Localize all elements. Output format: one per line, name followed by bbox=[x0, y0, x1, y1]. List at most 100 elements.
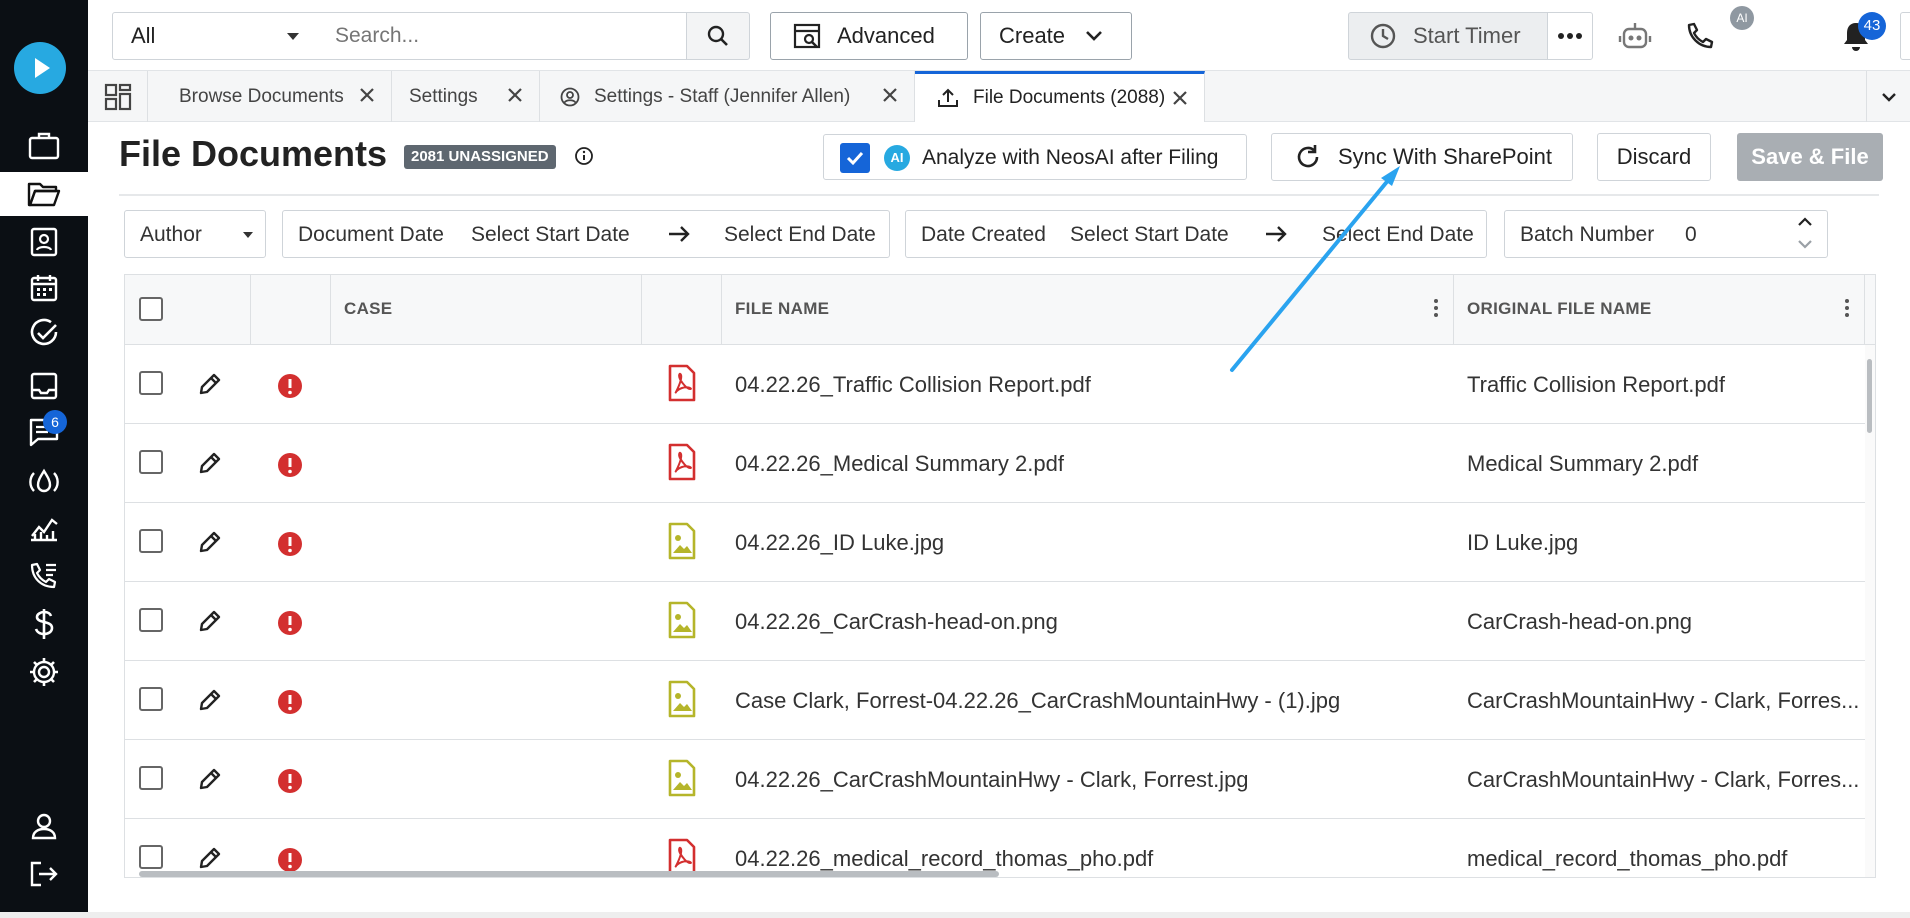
header-divider bbox=[119, 194, 1879, 196]
horizontal-scrollbar[interactable] bbox=[139, 871, 999, 877]
sync-with-sharepoint-button[interactable]: Sync With SharePoint bbox=[1271, 133, 1573, 181]
nav-contacts[interactable] bbox=[0, 220, 88, 264]
dollar-icon bbox=[34, 609, 54, 639]
help-button[interactable] bbox=[1900, 12, 1910, 60]
original-file-name-header-label: ORIGINAL FILE NAME bbox=[1467, 299, 1652, 318]
documents-table: CASE FILE NAME ORIGINAL FILE NAME 04.22.… bbox=[124, 274, 1876, 878]
nav-billing[interactable] bbox=[0, 602, 88, 646]
table-row[interactable]: Case Clark, Forrest-04.22.26_CarCrashMou… bbox=[125, 661, 1865, 740]
nav-tasks[interactable] bbox=[0, 312, 88, 356]
batch-number-filter[interactable]: Batch Number 0 bbox=[1504, 210, 1828, 258]
close-icon[interactable] bbox=[507, 87, 523, 103]
tab-settings[interactable]: Settings bbox=[392, 71, 540, 122]
chevron-down-icon bbox=[1881, 92, 1896, 102]
close-icon[interactable] bbox=[359, 87, 375, 103]
nav-intake[interactable] bbox=[0, 460, 88, 504]
nav-reports[interactable] bbox=[0, 506, 88, 550]
case-column-header[interactable]: CASE bbox=[331, 275, 642, 344]
phone-button[interactable] bbox=[1682, 18, 1718, 54]
nav-settings[interactable] bbox=[0, 650, 88, 694]
date-created-filter[interactable]: Date Created Select Start Date Select En… bbox=[905, 210, 1487, 258]
logout-icon bbox=[30, 861, 58, 887]
nav-documents[interactable] bbox=[0, 172, 88, 216]
row-checkbox[interactable] bbox=[139, 529, 163, 553]
row-checkbox[interactable] bbox=[139, 845, 163, 869]
column-menu-icon[interactable] bbox=[1845, 299, 1849, 317]
save-and-file-button[interactable]: Save & File bbox=[1737, 133, 1883, 181]
column-menu-icon[interactable] bbox=[1434, 299, 1438, 317]
file-name-cell[interactable]: 04.22.26_CarCrash-head-on.png bbox=[735, 609, 1058, 635]
nav-calendar[interactable] bbox=[0, 266, 88, 310]
file-name-column-header[interactable]: FILE NAME bbox=[722, 275, 1454, 344]
tab-label: File Documents (2088) bbox=[973, 87, 1166, 108]
analyze-with-neosai-option[interactable]: AI Analyze with NeosAI after Filing bbox=[823, 134, 1247, 180]
close-icon[interactable] bbox=[1172, 90, 1188, 106]
nav-cases[interactable] bbox=[0, 124, 88, 168]
row-checkbox[interactable] bbox=[139, 687, 163, 711]
discard-button[interactable]: Discard bbox=[1597, 133, 1711, 181]
folder-open-icon bbox=[27, 182, 61, 207]
scrollbar-thumb[interactable] bbox=[1867, 359, 1872, 433]
edit-pencil-icon[interactable] bbox=[197, 608, 223, 634]
edit-pencil-icon[interactable] bbox=[197, 845, 223, 871]
table-row[interactable]: 04.22.26_CarCrash-head-on.png CarCrash-he… bbox=[125, 582, 1865, 661]
nav-logout[interactable] bbox=[0, 852, 88, 896]
file-name-cell[interactable]: 04.22.26_CarCrashMountainHwy - Clark, Fo… bbox=[735, 767, 1249, 793]
vertical-scrollbar[interactable] bbox=[1865, 345, 1875, 877]
original-file-name-column-header[interactable]: ORIGINAL FILE NAME bbox=[1454, 275, 1865, 344]
tabs-overflow-button[interactable] bbox=[1866, 71, 1910, 122]
edit-pencil-icon[interactable] bbox=[197, 529, 223, 555]
file-name-cell[interactable]: 04.22.26_Medical Summary 2.pdf bbox=[735, 451, 1064, 477]
nav-inbox[interactable] bbox=[0, 364, 88, 408]
file-name-cell[interactable]: Case Clark, Forrest-04.22.26_CarCrashMou… bbox=[735, 688, 1340, 714]
document-start-date[interactable]: Select Start Date bbox=[471, 223, 630, 247]
edit-pencil-icon[interactable] bbox=[197, 371, 223, 397]
file-name-cell[interactable]: 04.22.26_Traffic Collision Report.pdf bbox=[735, 372, 1091, 398]
nav-messages[interactable]: 6 bbox=[0, 410, 88, 454]
advanced-search-button[interactable]: Advanced bbox=[770, 12, 968, 60]
close-icon[interactable] bbox=[882, 87, 898, 103]
user-circle-icon bbox=[560, 87, 580, 106]
tab-grid-menu[interactable] bbox=[88, 71, 148, 122]
table-row[interactable]: 04.22.26_medical_record_thomas_pho.pdf me… bbox=[125, 819, 1865, 877]
app-logo[interactable] bbox=[14, 42, 66, 94]
row-checkbox[interactable] bbox=[139, 450, 163, 474]
edit-pencil-icon[interactable] bbox=[197, 687, 223, 713]
row-checkbox[interactable] bbox=[139, 608, 163, 632]
file-name-cell[interactable]: 04.22.26_ID Luke.jpg bbox=[735, 530, 944, 556]
start-timer-button[interactable]: Start Timer bbox=[1348, 12, 1548, 60]
edit-pencil-icon[interactable] bbox=[197, 766, 223, 792]
table-row[interactable]: 04.22.26_Traffic Collision Report.pdf Tra… bbox=[125, 345, 1865, 424]
document-end-date[interactable]: Select End Date bbox=[724, 223, 876, 247]
table-row[interactable]: 04.22.26_CarCrashMountainHwy - Clark, Fo… bbox=[125, 740, 1865, 819]
case-header-label: CASE bbox=[344, 299, 393, 318]
error-icon bbox=[278, 453, 302, 477]
chevron-down-icon[interactable] bbox=[1797, 239, 1813, 249]
file-name-cell[interactable]: 04.22.26_medical_record_thomas_pho.pdf bbox=[735, 846, 1153, 872]
select-all-checkbox[interactable] bbox=[139, 297, 163, 321]
edit-pencil-icon[interactable] bbox=[197, 450, 223, 476]
search-button[interactable] bbox=[686, 12, 750, 60]
created-end-date[interactable]: Select End Date bbox=[1322, 223, 1474, 247]
table-row[interactable]: 04.22.26_ID Luke.jpg ID Luke.jpg bbox=[125, 503, 1865, 582]
chevron-up-icon[interactable] bbox=[1797, 217, 1813, 227]
row-checkbox[interactable] bbox=[139, 766, 163, 790]
nav-calls[interactable] bbox=[0, 554, 88, 598]
ai-assistant-button[interactable] bbox=[1617, 18, 1653, 54]
tab-file-documents[interactable]: File Documents (2088) bbox=[915, 71, 1205, 122]
table-row[interactable]: 04.22.26_Medical Summary 2.pdf Medical Su… bbox=[125, 424, 1865, 503]
tab-settings-staff[interactable]: Settings - Staff (Jennifer Allen) bbox=[540, 71, 915, 122]
tab-browse-documents[interactable]: Browse Documents bbox=[148, 71, 392, 122]
document-date-filter[interactable]: Document Date Select Start Date Select E… bbox=[282, 210, 890, 258]
info-icon[interactable] bbox=[574, 146, 594, 166]
create-button[interactable]: Create bbox=[980, 12, 1132, 60]
row-checkbox[interactable] bbox=[139, 371, 163, 395]
search-input[interactable] bbox=[321, 12, 687, 60]
nav-profile[interactable] bbox=[0, 804, 88, 848]
search-scope-select[interactable]: All bbox=[112, 12, 322, 60]
created-start-date[interactable]: Select Start Date bbox=[1070, 223, 1229, 247]
timer-more-button[interactable] bbox=[1547, 12, 1593, 60]
analyze-checkbox[interactable] bbox=[840, 143, 870, 173]
author-filter[interactable]: Author bbox=[124, 210, 266, 258]
batch-number-value[interactable]: 0 bbox=[1685, 223, 1697, 247]
